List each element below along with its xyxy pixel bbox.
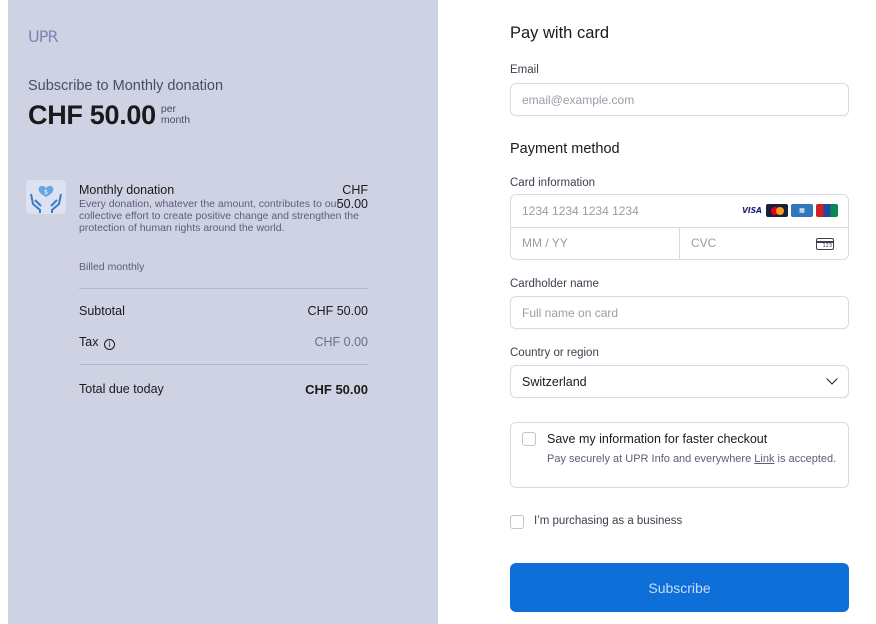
business-label: I’m purchasing as a business: [534, 515, 683, 527]
divider: [79, 364, 368, 365]
tax-value: CHF 0.00: [314, 335, 369, 349]
brand-logo[interactable]: UPR: [28, 27, 59, 46]
subtotal-label: Subtotal: [79, 304, 125, 318]
payment-method-title: Payment method: [510, 141, 620, 157]
expiry-placeholder: MM / YY: [522, 236, 568, 250]
save-info-box: Save my information for faster checkout …: [510, 422, 849, 488]
business-checkbox[interactable]: [510, 515, 524, 529]
cardholder-placeholder: Full name on card: [522, 306, 619, 320]
mastercard-icon: [766, 204, 788, 217]
link-link[interactable]: Link: [754, 453, 774, 465]
subscribe-button[interactable]: Subscribe: [510, 563, 849, 612]
cvc-card-icon: 123: [816, 238, 834, 250]
info-circle-icon[interactable]: i: [103, 339, 115, 350]
price-period-unit: month: [160, 114, 191, 126]
price-amount: CHF 50.00: [28, 100, 156, 130]
unionpay-icon: [816, 204, 838, 217]
chevron-down-icon: [826, 373, 838, 385]
card-number-field[interactable]: 1234 1234 1234 1234 VISA ▦: [511, 195, 848, 227]
line-item-description: Every donation, whatever the amount, con…: [79, 198, 359, 234]
cvc-field[interactable]: CVC 123: [680, 228, 848, 259]
tax-label-row: Tax i: [79, 335, 115, 350]
billing-frequency: Billed monthly: [79, 261, 145, 273]
order-summary-panel: UPR Subscribe to Monthly donation CHF 50…: [8, 0, 438, 624]
country-select[interactable]: Switzerland: [510, 365, 849, 398]
visa-icon: VISA: [741, 204, 763, 217]
cardholder-name-field[interactable]: Full name on card: [510, 296, 849, 329]
country-value: Switzerland: [522, 375, 587, 389]
total-value: CHF 50.00: [305, 382, 368, 397]
hands-heart-icon: $: [26, 180, 66, 214]
amex-icon: ▦: [791, 204, 813, 217]
email-label: Email: [510, 64, 539, 76]
tax-label: Tax: [79, 335, 99, 349]
country-label: Country or region: [510, 347, 599, 359]
subtotal-value: CHF 50.00: [307, 304, 368, 318]
save-info-title: Save my information for faster checkout: [547, 432, 768, 446]
save-info-description: Pay securely at UPR Info and everywhere …: [547, 452, 837, 466]
card-brands: VISA ▦: [741, 204, 838, 217]
total-label: Total due today: [79, 382, 164, 396]
form-title: Pay with card: [510, 24, 610, 42]
price-period: per month: [161, 104, 190, 126]
expiry-field[interactable]: MM / YY: [511, 228, 679, 259]
email-placeholder: email@example.com: [522, 93, 635, 107]
save-desc-suffix: is accepted.: [774, 453, 837, 465]
price-row: CHF 50.00 per month: [28, 100, 190, 131]
cvc-placeholder: CVC: [691, 236, 717, 250]
email-field[interactable]: email@example.com: [510, 83, 849, 116]
save-info-checkbox[interactable]: [522, 432, 536, 446]
card-info-label: Card information: [510, 177, 596, 189]
subscription-title: Subscribe to Monthly donation: [28, 78, 224, 94]
save-desc-prefix: Pay securely at UPR Info and everywhere: [547, 453, 755, 465]
card-number-placeholder: 1234 1234 1234 1234: [522, 204, 639, 218]
line-item-name: Monthly donation: [79, 183, 175, 197]
svg-text:$: $: [44, 189, 48, 196]
cardholder-label: Cardholder name: [510, 278, 599, 290]
card-info-group: 1234 1234 1234 1234 VISA ▦ MM / YY CVC 1…: [510, 194, 849, 260]
divider: [79, 288, 368, 289]
